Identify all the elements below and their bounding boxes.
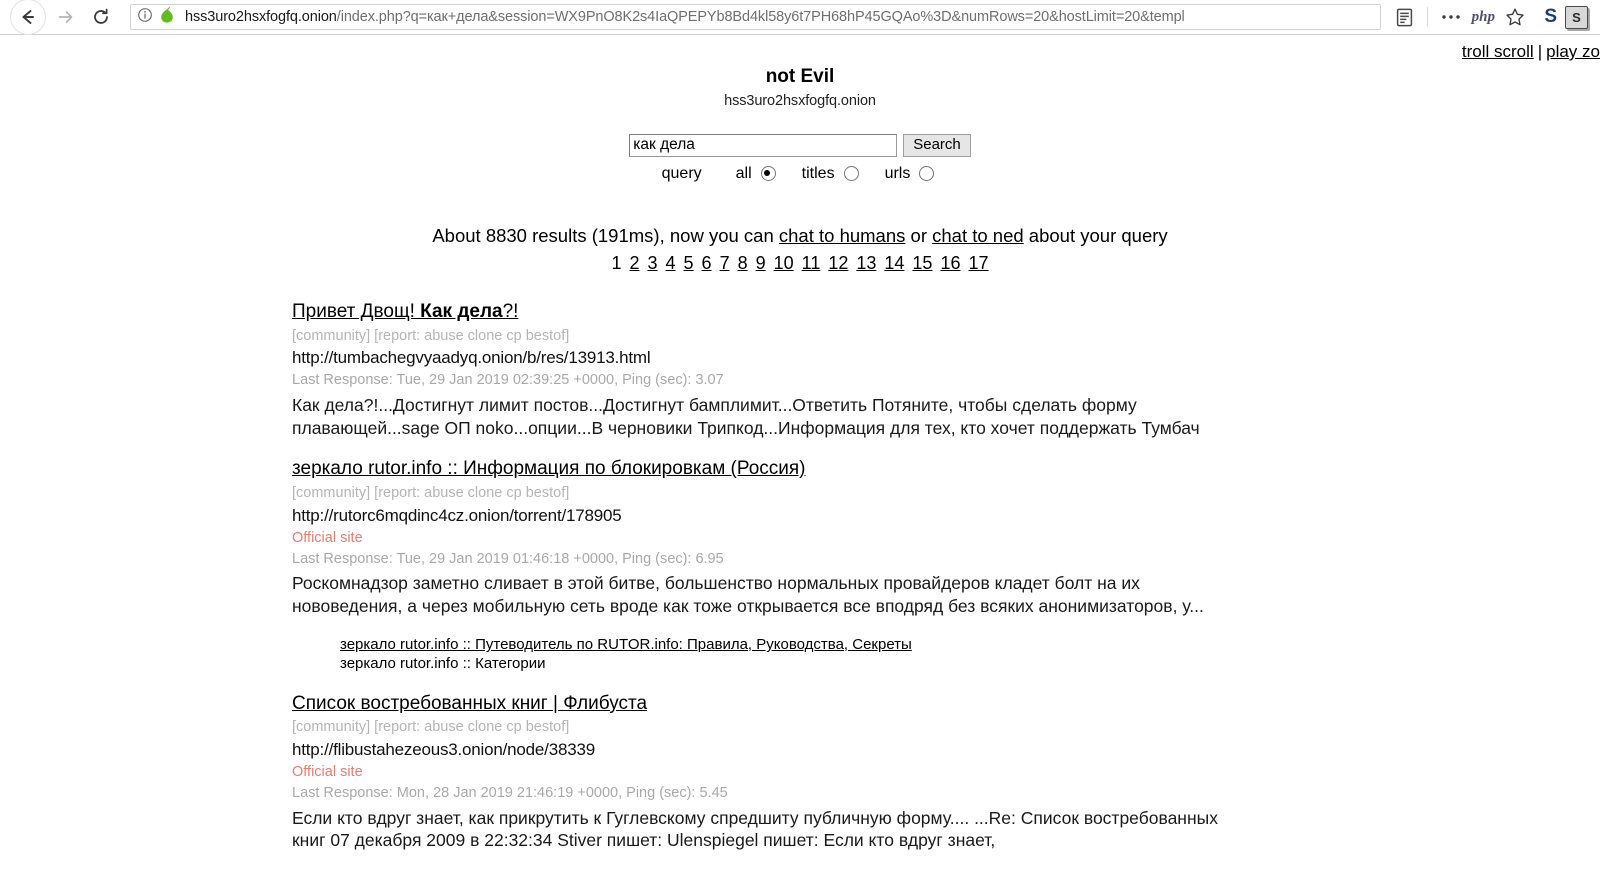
star-bookmark-icon[interactable] — [1500, 3, 1530, 31]
result-item: зеркало rutor.info :: Информация по блок… — [292, 457, 1560, 674]
url-path: /index.php?q=как+дела&session=WX9PnO8K2s… — [336, 9, 1185, 25]
search-area: Search query all titles urls — [0, 133, 1600, 183]
reader-mode-icon[interactable] — [1389, 3, 1419, 31]
pagination: 1 2 3 4 5 6 7 8 9 10 11 12 13 14 15 16 17 — [0, 253, 1600, 274]
query-label: query — [661, 164, 702, 182]
result-last-response: Last Response: Mon, 28 Jan 2019 21:46:19… — [292, 785, 728, 802]
scope-label-all: all — [735, 164, 752, 182]
page-link-2[interactable]: 2 — [629, 253, 639, 273]
page-link-8[interactable]: 8 — [738, 253, 748, 273]
radio-urls[interactable] — [919, 166, 935, 182]
result-tags[interactable]: [community] [report: abuse clone cp best… — [292, 327, 1560, 346]
php-icon-label: php — [1471, 8, 1495, 25]
play-zone-link[interactable]: play zo — [1546, 42, 1600, 61]
page-link-9[interactable]: 9 — [756, 253, 766, 273]
result-title-link[interactable]: Привет Двощ! Как дела?! — [292, 300, 518, 324]
pagination-links: 2 3 4 5 6 7 8 9 10 11 12 13 14 15 16 17 — [625, 253, 992, 273]
chat-to-ned-link[interactable]: chat to ned — [932, 225, 1024, 246]
page-current: 1 — [611, 252, 622, 273]
result-sublink[interactable]: зеркало rutor.info :: Путеводитель по RU… — [340, 635, 912, 654]
official-site-badge: Official site — [292, 529, 363, 546]
scope-option-all[interactable]: all — [736, 165, 798, 183]
result-snippet: Роскомнадзор заметно сливает в этой битв… — [292, 573, 1204, 616]
result-item: Привет Двощ! Как дела?! [community] [repo… — [292, 300, 1560, 439]
result-sublink[interactable]: зеркало rutor.info :: Категории — [340, 654, 545, 673]
site-header: not Evil hss3uro2hsxfogfq.onion — [0, 36, 1600, 109]
site-domain: hss3uro2hsxfogfq.onion — [724, 92, 876, 109]
chat-to-humans-link[interactable]: chat to humans — [779, 225, 906, 246]
extension-s-icon[interactable]: S — [1544, 6, 1557, 28]
results-meta: About 8830 results (191ms), now you can … — [0, 225, 1600, 247]
scope-label-urls: urls — [884, 164, 911, 182]
search-row: Search — [629, 133, 971, 157]
toolbar-divider — [1427, 7, 1429, 27]
url-fade-overlay — [1320, 5, 1381, 29]
page-link-17[interactable]: 17 — [968, 253, 988, 273]
radio-titles[interactable] — [843, 166, 859, 182]
result-item: Список востребованных книг | Флибуста [co… — [292, 692, 1560, 852]
result-title-text: Привет Двощ! — [292, 300, 421, 322]
page-link-7[interactable]: 7 — [720, 253, 730, 273]
result-last-response: Last Response: Tue, 29 Jan 2019 02:39:25… — [292, 372, 724, 389]
result-tags[interactable]: [community] [report: abuse clone cp best… — [292, 718, 1560, 737]
url-text: hss3uro2hsxfogfq.onion/index.php?q=как+д… — [185, 9, 1185, 25]
meta-middle-text: or — [905, 224, 933, 246]
result-title-link[interactable]: зеркало rutor.info :: Информация по блок… — [292, 457, 806, 481]
php-icon[interactable]: php — [1468, 3, 1498, 31]
scope-option-titles[interactable]: titles — [802, 165, 881, 183]
result-title-text: Список востребованных книг | Флибуста — [292, 692, 648, 714]
result-tags[interactable]: [community] [report: abuse clone cp best… — [292, 484, 1560, 503]
back-button[interactable] — [10, 0, 46, 35]
navigation-buttons — [0, 0, 118, 35]
page-link-14[interactable]: 14 — [884, 253, 904, 273]
address-bar[interactable]: hss3uro2hsxfogfq.onion/index.php?q=как+д… — [130, 4, 1382, 30]
page-link-5[interactable]: 5 — [684, 253, 694, 273]
extension-icons: S S — [1534, 5, 1600, 29]
result-url: http://tumbachegvyaadyq.onion/b/res/1391… — [292, 348, 651, 368]
result-url: http://flibustahezeous3.onion/node/38339 — [292, 740, 595, 760]
search-button[interactable]: Search — [903, 133, 971, 157]
result-title-text-tail: ?! — [502, 300, 519, 322]
radio-all[interactable] — [760, 166, 776, 182]
page-link-16[interactable]: 16 — [940, 253, 960, 273]
top-links-separator: | — [1537, 42, 1543, 61]
result-title-highlight: Как дела — [420, 300, 503, 322]
url-host: hss3uro2hsxfogfq.onion — [185, 9, 337, 25]
results-count-text: About 8830 results (191ms), now you can — [432, 224, 779, 246]
result-sublinks: зеркало rutor.info :: Путеводитель по RU… — [340, 635, 1560, 673]
result-title-text: зеркало rutor.info :: Информация по блок… — [292, 458, 806, 480]
toolbar-icons: php — [1389, 3, 1534, 31]
troll-scroll-link[interactable]: troll scroll — [1462, 42, 1534, 61]
search-scope-options: query all titles urls — [0, 165, 1600, 183]
results-list: Привет Двощ! Как дела?! [community] [repo… — [0, 300, 1600, 852]
result-snippet: Как дела?!...Достигнут лимит постов...До… — [292, 395, 1200, 438]
more-dots-icon[interactable] — [1436, 3, 1466, 31]
info-icon[interactable] — [137, 7, 153, 28]
page-link-4[interactable]: 4 — [666, 253, 676, 273]
page-link-3[interactable]: 3 — [648, 253, 658, 273]
page-link-11[interactable]: 11 — [802, 253, 821, 273]
page-link-10[interactable]: 10 — [774, 253, 794, 273]
result-url: http://rutorc6mqdinc4cz.onion/torrent/17… — [292, 505, 622, 525]
page-link-6[interactable]: 6 — [702, 253, 712, 273]
page-content: troll scroll | play zo not Evil hss3uro2hs… — [0, 36, 1600, 869]
result-last-response: Last Response: Tue, 29 Jan 2019 01:46:18… — [292, 550, 724, 567]
official-site-badge: Official site — [292, 764, 363, 781]
forward-button[interactable] — [48, 0, 82, 34]
page-title: not Evil — [765, 66, 835, 87]
extension-s-box-icon[interactable]: S — [1565, 5, 1588, 29]
search-input[interactable] — [629, 133, 898, 157]
page-link-15[interactable]: 15 — [912, 253, 932, 273]
page-link-12[interactable]: 12 — [828, 253, 848, 273]
result-title-link[interactable]: Список востребованных книг | Флибуста — [292, 692, 647, 716]
meta-suffix-text: about your query — [1023, 224, 1168, 246]
reload-button[interactable] — [84, 0, 118, 34]
top-right-links: troll scroll | play zo — [1462, 42, 1600, 62]
browser-chrome: hss3uro2hsxfogfq.onion/index.php?q=как+д… — [0, 0, 1600, 35]
result-snippet: Если кто вдруг знает, как прикрутить к Г… — [292, 808, 1218, 851]
onion-icon[interactable] — [159, 6, 175, 29]
scope-option-urls[interactable]: urls — [885, 165, 935, 183]
page-link-13[interactable]: 13 — [856, 253, 876, 273]
scope-label-titles: titles — [801, 164, 835, 182]
